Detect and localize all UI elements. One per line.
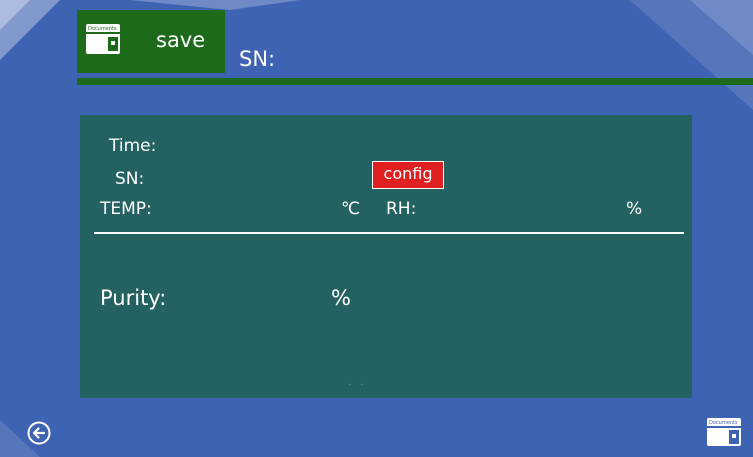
panel-dots: . . — [348, 377, 367, 388]
time-label: Time: — [109, 136, 157, 156]
rh-unit: % — [626, 199, 643, 219]
documents-icon-text: Documents — [88, 26, 117, 32]
save-button[interactable]: Documents save — [77, 10, 225, 73]
config-button[interactable]: config — [372, 161, 444, 189]
panel-divider — [94, 232, 684, 234]
documents-icon[interactable]: Documents — [707, 418, 741, 446]
rh-label: RH: — [386, 199, 417, 219]
header-sn-label: SN: — [239, 47, 276, 71]
documents-icon: Documents — [86, 24, 120, 54]
temp-label: TEMP: — [100, 199, 152, 219]
header-divider — [77, 78, 753, 85]
sensor-panel: Time: SN: config TEMP: ℃ RH: % Purity: %… — [80, 115, 692, 398]
save-button-label: save — [156, 28, 206, 52]
purity-label: Purity: — [100, 286, 167, 310]
panel-sn-label: SN: — [115, 169, 145, 189]
temp-unit: ℃ — [341, 199, 361, 219]
app-screen: { "header": { "save_label": "save", "sav… — [0, 0, 753, 457]
purity-unit: % — [331, 286, 351, 310]
back-arrow-icon[interactable] — [27, 421, 51, 445]
corner-documents-icon-text: Documents — [709, 420, 738, 426]
